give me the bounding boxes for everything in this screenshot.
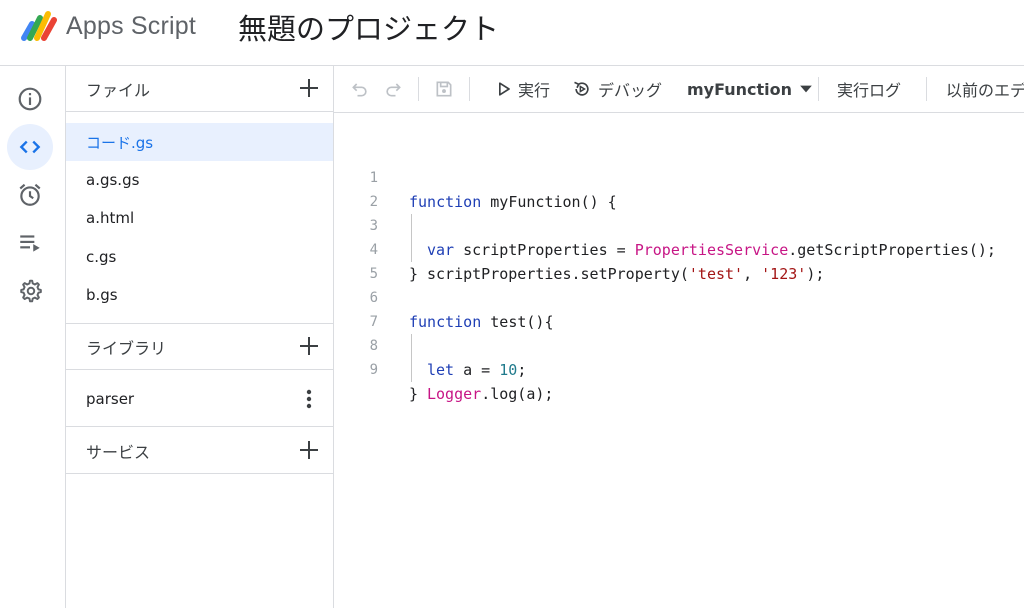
add-library-plus-icon[interactable] xyxy=(297,334,321,358)
toolbar-divider xyxy=(469,77,470,101)
debug-label: デバッグ xyxy=(598,81,663,100)
run-button[interactable]: 実行 xyxy=(494,66,550,112)
add-file-plus-icon[interactable] xyxy=(297,76,321,100)
code-line: 1 function myFunction() { xyxy=(334,142,1024,211)
code-text: ; xyxy=(517,361,527,379)
executions-list-icon[interactable] xyxy=(7,220,53,266)
keyword-token: let xyxy=(427,361,455,379)
toolbar-divider xyxy=(418,77,419,101)
save-disk-icon[interactable] xyxy=(434,66,454,112)
file-item-a-gs-gs[interactable]: a.gs.gs xyxy=(66,161,333,199)
code-line: 3 scriptProperties.setProperty('test', '… xyxy=(334,190,1024,283)
files-header-label: ファイル xyxy=(86,80,151,100)
more-options-kebab-icon[interactable] xyxy=(299,387,319,411)
code-line: 4 } xyxy=(334,214,1024,283)
code-line: 6 function test(){ xyxy=(334,262,1024,331)
debug-icon xyxy=(574,81,589,96)
service-token: Logger xyxy=(427,385,482,403)
code-text: a = xyxy=(454,361,500,379)
selected-function-label: myFunction xyxy=(687,79,793,99)
indent-guide xyxy=(411,358,412,382)
file-item-c-gs[interactable]: c.gs xyxy=(66,238,333,276)
code-line: 2 var scriptProperties = PropertiesServi… xyxy=(334,166,1024,259)
play-icon xyxy=(499,82,510,96)
code-editor-icon[interactable] xyxy=(7,124,53,170)
toolbar-divider xyxy=(926,77,927,101)
libraries-header-label: ライブラリ xyxy=(86,338,167,358)
code-line: 7 let a = 10; xyxy=(334,286,1024,379)
files-panel: ファイル コード.gs a.gs.gs a.html c.gs b.gs ライブ… xyxy=(66,66,334,608)
editor-toolbar: 実行 デバッグ myFunction 実行ログ 以前のエデ xyxy=(334,66,1024,113)
code-line: 5 xyxy=(334,238,1024,282)
settings-gear-icon[interactable] xyxy=(7,268,53,314)
top-bar: Apps Script 無題のプロジェクト xyxy=(0,0,1024,66)
left-rail xyxy=(0,66,66,608)
add-service-plus-icon[interactable] xyxy=(297,438,321,462)
redo-icon[interactable] xyxy=(383,66,403,112)
code-text: .log(a); xyxy=(481,385,554,403)
code-line: 9 } xyxy=(334,334,1024,403)
code-text: } xyxy=(409,385,419,403)
previous-editor-button[interactable]: 以前のエデ xyxy=(946,66,1024,112)
number-token: 10 xyxy=(499,361,518,379)
files-section-header: ファイル xyxy=(66,66,333,112)
services-section-header: サービス xyxy=(66,428,333,474)
toolbar-divider xyxy=(818,77,819,101)
execution-log-button[interactable]: 実行ログ xyxy=(837,66,901,112)
file-item-b-gs[interactable]: b.gs xyxy=(66,276,333,314)
apps-script-logo[interactable] xyxy=(18,8,58,44)
run-label: 実行 xyxy=(518,81,551,100)
debug-button[interactable]: デバッグ xyxy=(572,66,662,112)
library-item-parser[interactable]: parser xyxy=(66,371,333,427)
services-header-label: サービス xyxy=(86,442,151,462)
code-editor[interactable]: 1 function myFunction() { 2 var scriptPr… xyxy=(334,113,1024,608)
code-line: 8 Logger.log(a); xyxy=(334,310,1024,403)
file-item-code-gs[interactable]: コード.gs xyxy=(66,123,333,161)
libraries-section-header: ライブラリ xyxy=(66,324,333,370)
line-number: 9 xyxy=(369,362,378,378)
library-item-label: parser xyxy=(86,389,135,408)
alarm-clock-icon[interactable] xyxy=(7,172,53,218)
app-name[interactable]: Apps Script xyxy=(66,12,196,41)
dropdown-caret-icon xyxy=(800,85,812,93)
undo-icon[interactable] xyxy=(350,66,370,112)
file-item-a-html[interactable]: a.html xyxy=(66,199,333,237)
project-title[interactable]: 無題のプロジェクト xyxy=(238,6,499,48)
info-icon[interactable] xyxy=(7,76,53,122)
function-select-dropdown[interactable]: myFunction xyxy=(687,66,816,112)
